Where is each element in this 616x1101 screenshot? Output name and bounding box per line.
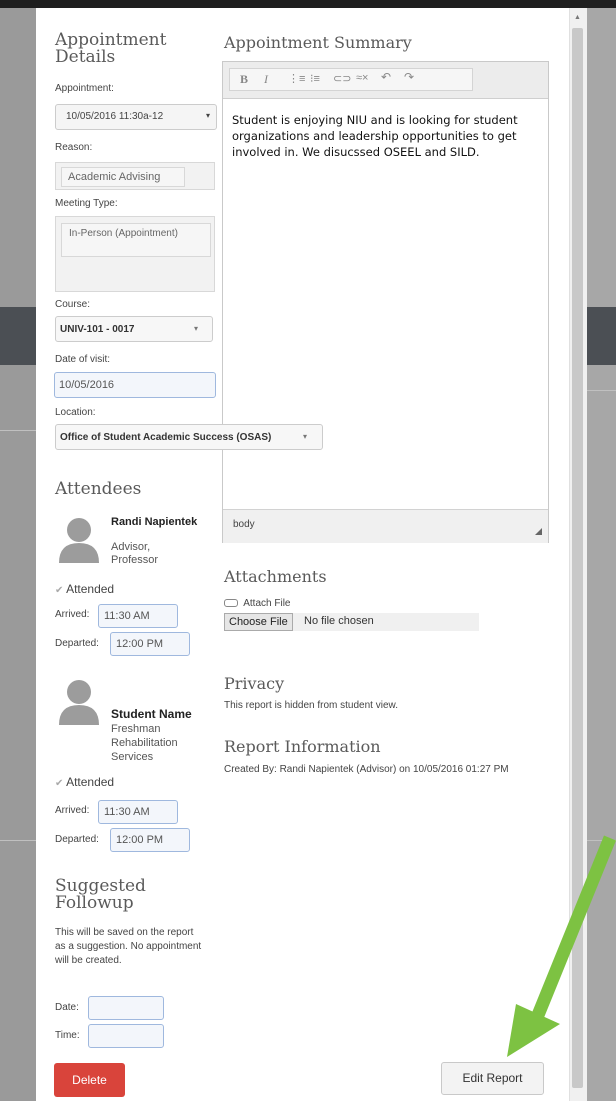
attachments-heading: Attachments xyxy=(224,567,327,586)
followup-date-input[interactable] xyxy=(88,996,164,1020)
followup-time-label: Time: xyxy=(55,1030,80,1041)
check-icon: ✔ xyxy=(55,778,64,789)
chevron-down-icon: ▾ xyxy=(206,111,211,120)
italic-icon[interactable]: I xyxy=(264,72,268,87)
location-select-value: Office of Student Academic Success (OSAS… xyxy=(60,432,272,443)
summary-editor: B I ⋮≡ ⁝≡ ⊂⊃ ≈× ↶ ↷ Student is enjoying … xyxy=(222,61,549,543)
scroll-up-icon[interactable]: ▲ xyxy=(574,14,581,21)
attended-checkbox[interactable]: ✔ Attended xyxy=(55,775,114,789)
course-select-value: UNIV-101 - 0017 xyxy=(60,324,135,335)
reason-label: Reason: xyxy=(55,142,93,153)
background-header-band-right xyxy=(586,307,616,365)
chevron-down-icon: ▾ xyxy=(303,432,308,441)
privacy-text: This report is hidden from student view. xyxy=(224,700,398,711)
bold-icon[interactable]: B xyxy=(240,72,248,87)
departed-time-input[interactable]: 12:00 PM xyxy=(110,828,190,852)
status-bar-path: body xyxy=(233,519,255,530)
background-page-right xyxy=(586,8,616,1101)
background-divider xyxy=(586,840,616,841)
report-modal: Appointment Details Appointment: 10/05/2… xyxy=(36,8,586,1101)
attach-file-label: Attach File xyxy=(243,598,291,609)
arrived-time-input[interactable]: 11:30 AM xyxy=(98,800,178,824)
editor-status-bar: body xyxy=(223,509,548,543)
file-input[interactable]: Choose File No file chosen xyxy=(224,613,479,631)
background-top-bar xyxy=(0,0,616,8)
appointment-label: Appointment: xyxy=(55,83,114,94)
resize-handle-icon[interactable] xyxy=(535,528,542,535)
link-icon[interactable]: ⊂⊃ xyxy=(333,72,351,85)
no-file-chosen-text: No file chosen xyxy=(304,615,374,627)
ordered-list-icon[interactable]: ⋮≡ xyxy=(288,72,305,85)
scrollbar-thumb[interactable] xyxy=(572,28,583,1088)
attach-file-link[interactable]: Attach File xyxy=(224,598,290,609)
appointment-summary-heading: Appointment Summary xyxy=(224,33,412,52)
departed-time-input[interactable]: 12:00 PM xyxy=(110,632,190,656)
arrived-time-input[interactable]: 11:30 AM xyxy=(98,604,178,628)
followup-date-label: Date: xyxy=(55,1002,79,1013)
attended-checkbox[interactable]: ✔ Attended xyxy=(55,582,114,596)
reason-field: Academic Advising xyxy=(55,162,215,190)
attendee-name: Student Name xyxy=(111,707,192,721)
attendee-role: Freshman Rehabilitation Services xyxy=(111,723,178,763)
paperclip-icon xyxy=(224,599,238,608)
report-information-heading: Report Information xyxy=(224,737,381,756)
meeting-type-label: Meeting Type: xyxy=(55,198,118,209)
arrived-label: Arrived: xyxy=(55,805,90,816)
reason-value: Academic Advising xyxy=(61,167,185,187)
course-label: Course: xyxy=(55,299,91,310)
choose-file-button[interactable]: Choose File xyxy=(224,613,293,631)
course-select[interactable]: UNIV-101 - 0017 ▾ xyxy=(55,316,213,342)
date-of-visit-input[interactable]: 10/05/2016 xyxy=(54,372,216,398)
location-select[interactable]: Office of Student Academic Success (OSAS… xyxy=(55,424,323,450)
unlink-icon[interactable]: ≈× xyxy=(356,72,368,84)
appointment-details-heading: Appointment Details xyxy=(55,30,167,67)
background-header-band-left xyxy=(0,307,36,365)
attended-label: Attended xyxy=(66,582,115,596)
check-icon: ✔ xyxy=(55,585,64,596)
undo-icon[interactable]: ↶ xyxy=(381,70,391,84)
departed-label: Departed: xyxy=(55,638,99,649)
meeting-type-field: In-Person (Appointment) xyxy=(55,216,215,292)
summary-text[interactable]: Student is enjoying NIU and is looking f… xyxy=(232,112,532,160)
unordered-list-icon[interactable]: ⁝≡ xyxy=(310,72,320,85)
report-information-text: Created By: Randi Napientek (Advisor) on… xyxy=(224,764,509,775)
redo-icon[interactable]: ↷ xyxy=(404,70,414,84)
editor-toolbar: B I ⋮≡ ⁝≡ ⊂⊃ ≈× ↶ ↷ xyxy=(223,62,548,99)
person-avatar-icon xyxy=(59,517,99,563)
edit-report-button[interactable]: Edit Report xyxy=(441,1062,544,1095)
background-divider xyxy=(586,390,616,391)
date-of-visit-label: Date of visit: xyxy=(55,354,111,365)
background-divider xyxy=(0,840,36,841)
delete-button[interactable]: Delete xyxy=(54,1063,125,1097)
followup-time-input[interactable] xyxy=(88,1024,164,1048)
arrived-label: Arrived: xyxy=(55,609,90,620)
appointment-select[interactable]: 10/05/2016 11:30a-12 ▾ xyxy=(55,104,217,130)
location-label: Location: xyxy=(55,407,96,418)
appointment-select-value: 10/05/2016 11:30a-12 xyxy=(66,111,164,122)
background-divider xyxy=(0,430,36,431)
suggested-followup-heading: Suggested Followup xyxy=(55,876,146,913)
followup-note: This will be saved on the report as a su… xyxy=(55,927,202,966)
meeting-type-value: In-Person (Appointment) xyxy=(61,223,211,257)
background-page-left xyxy=(0,8,36,1101)
departed-label: Departed: xyxy=(55,834,99,845)
chevron-down-icon: ▾ xyxy=(194,324,199,333)
person-avatar-icon xyxy=(59,679,99,725)
attendees-heading: Attendees xyxy=(55,479,142,499)
privacy-heading: Privacy xyxy=(224,674,285,693)
attendee-name: Randi Napientek xyxy=(111,516,198,528)
attendee-role: Advisor, Professor xyxy=(111,541,159,566)
attended-label: Attended xyxy=(66,775,115,789)
